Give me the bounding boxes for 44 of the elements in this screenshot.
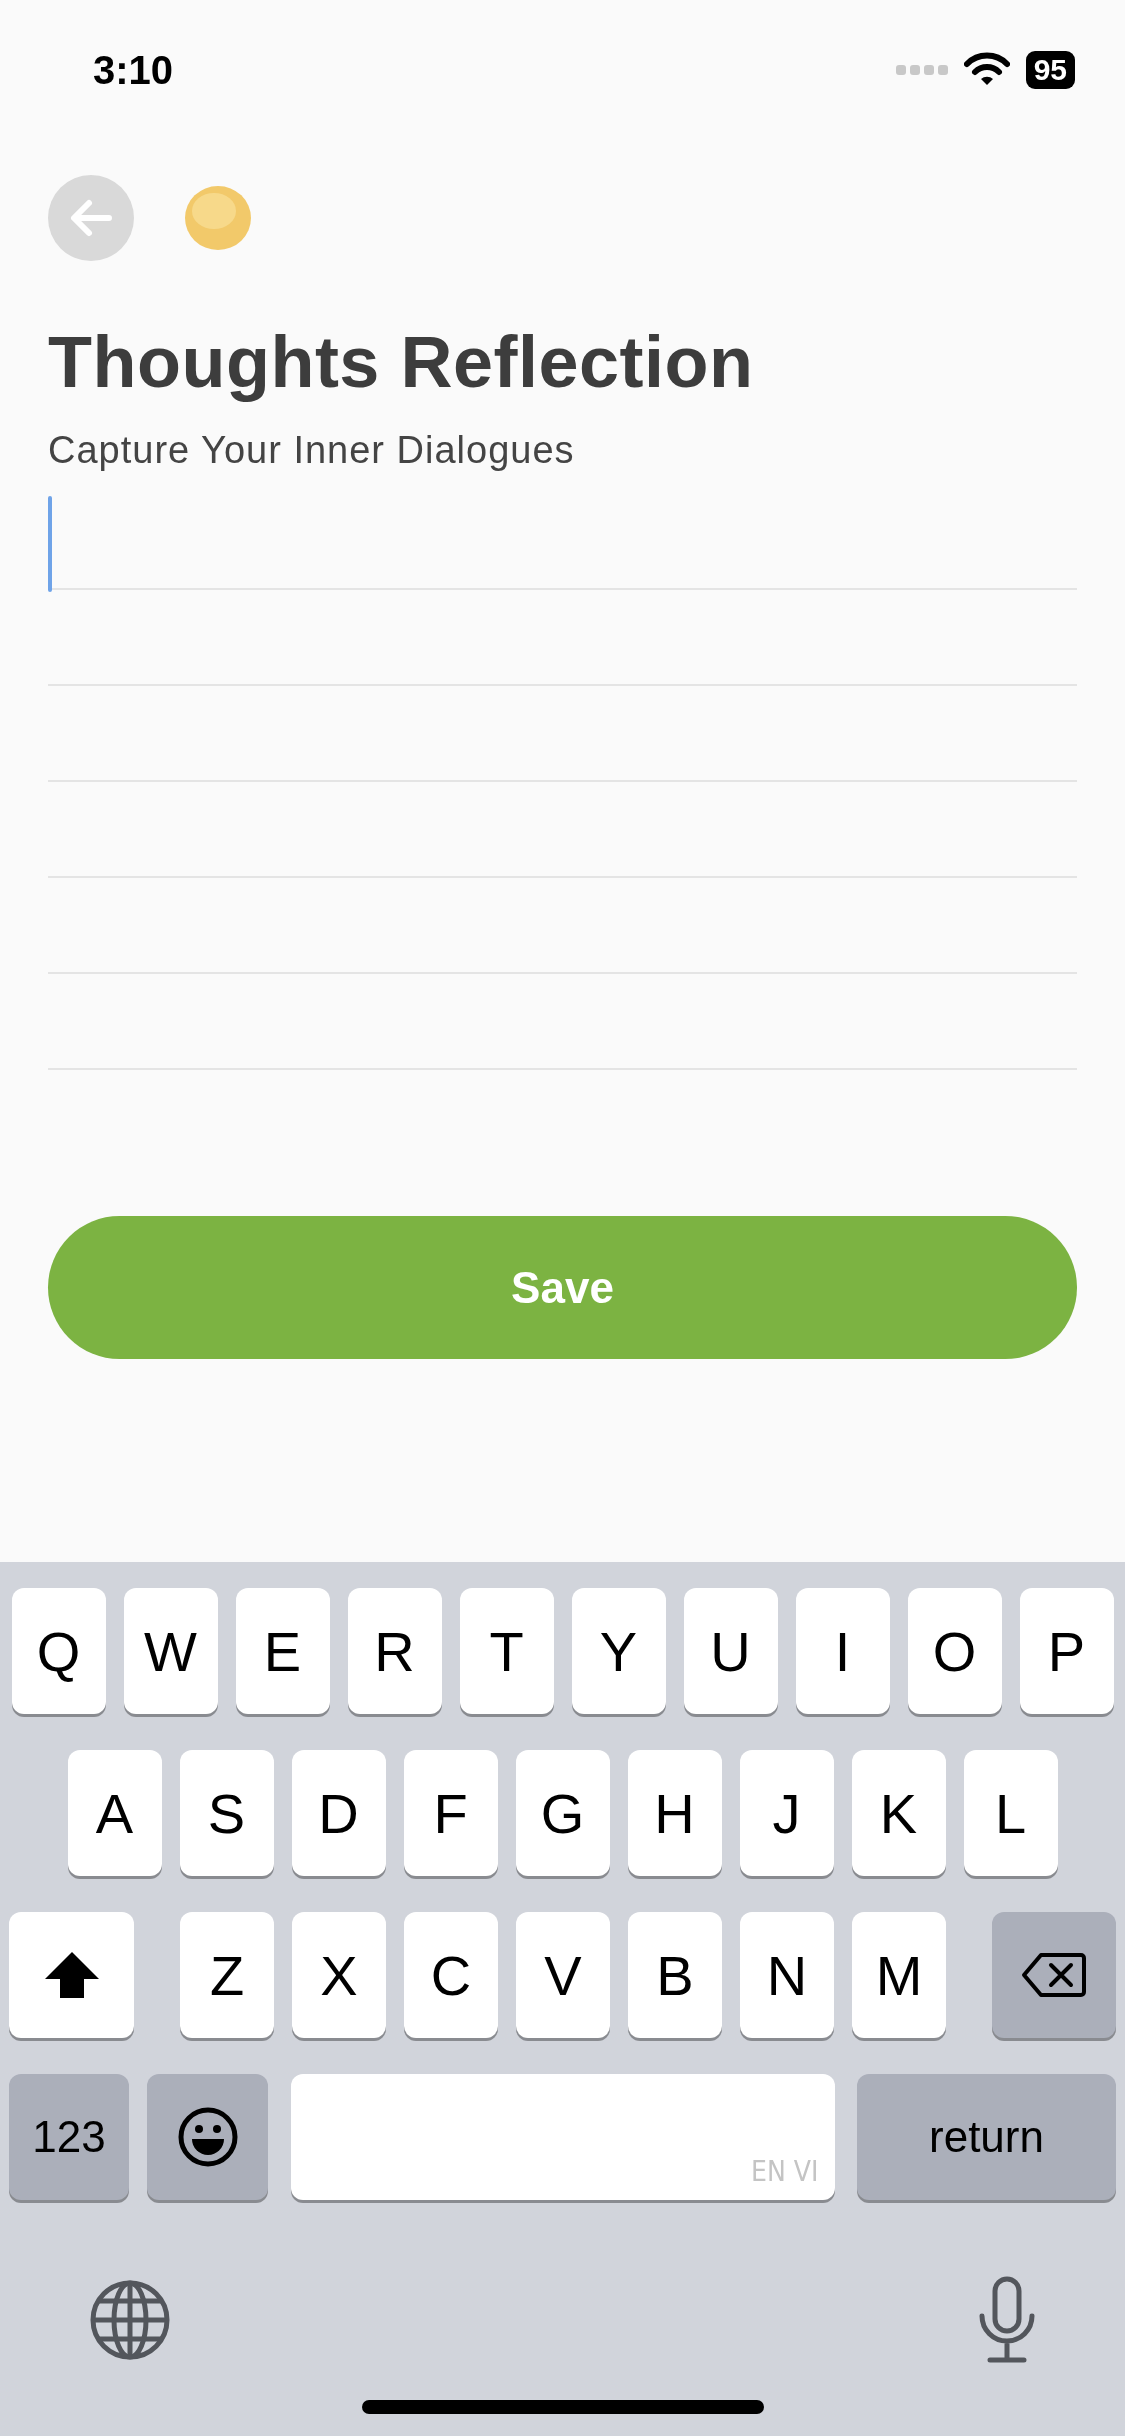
smiley-icon [176, 2106, 239, 2168]
letter-key[interactable]: P [1019, 1588, 1114, 1714]
letter-key[interactable]: V [516, 1912, 610, 2038]
letter-key[interactable]: C [404, 1912, 498, 2038]
mascot-icon [184, 185, 252, 251]
globe-icon[interactable] [89, 2279, 171, 2361]
back-arrow-icon [69, 198, 113, 238]
letter-key[interactable]: F [403, 1750, 498, 1876]
letter-key[interactable]: R [347, 1588, 442, 1714]
letter-key[interactable]: T [459, 1588, 554, 1714]
page-title: Thoughts Reflection [48, 321, 755, 403]
letter-key[interactable]: K [851, 1750, 946, 1876]
letter-key[interactable]: D [291, 1750, 386, 1876]
microphone-icon[interactable] [978, 2276, 1036, 2364]
return-key[interactable]: return [857, 2074, 1116, 2200]
language-hint: EN VI [751, 2155, 819, 2188]
wifi-icon [963, 52, 1010, 88]
emoji-key[interactable] [147, 2074, 268, 2200]
letter-key[interactable]: S [179, 1750, 274, 1876]
numbers-key[interactable]: 123 [9, 2074, 129, 2200]
letter-key[interactable]: E [235, 1588, 330, 1714]
letter-key[interactable]: W [123, 1588, 218, 1714]
letter-key[interactable]: L [963, 1750, 1058, 1876]
letter-key[interactable]: O [907, 1588, 1002, 1714]
signal-icon [895, 64, 948, 76]
letter-key[interactable]: B [628, 1912, 722, 2038]
battery-level: 95 [1025, 51, 1075, 89]
letter-key[interactable]: Q [11, 1588, 106, 1714]
letter-key[interactable]: Z [180, 1912, 274, 2038]
letter-key[interactable]: H [627, 1750, 722, 1876]
letter-key[interactable]: X [292, 1912, 386, 2038]
delete-key[interactable] [992, 1912, 1116, 2038]
page-subtitle: Capture Your Inner Dialogues [48, 429, 576, 472]
letter-key[interactable]: N [740, 1912, 834, 2038]
letter-key[interactable]: A [67, 1750, 162, 1876]
letter-key[interactable]: I [795, 1588, 890, 1714]
letter-key[interactable]: M [852, 1912, 946, 2038]
letter-key[interactable]: G [515, 1750, 610, 1876]
shift-key[interactable] [9, 1912, 134, 2038]
status-time: 3:10 [93, 47, 174, 93]
delete-icon [1021, 1952, 1087, 1998]
letter-key[interactable]: Y [571, 1588, 666, 1714]
letter-key[interactable]: U [683, 1588, 778, 1714]
letter-key[interactable]: J [739, 1750, 834, 1876]
